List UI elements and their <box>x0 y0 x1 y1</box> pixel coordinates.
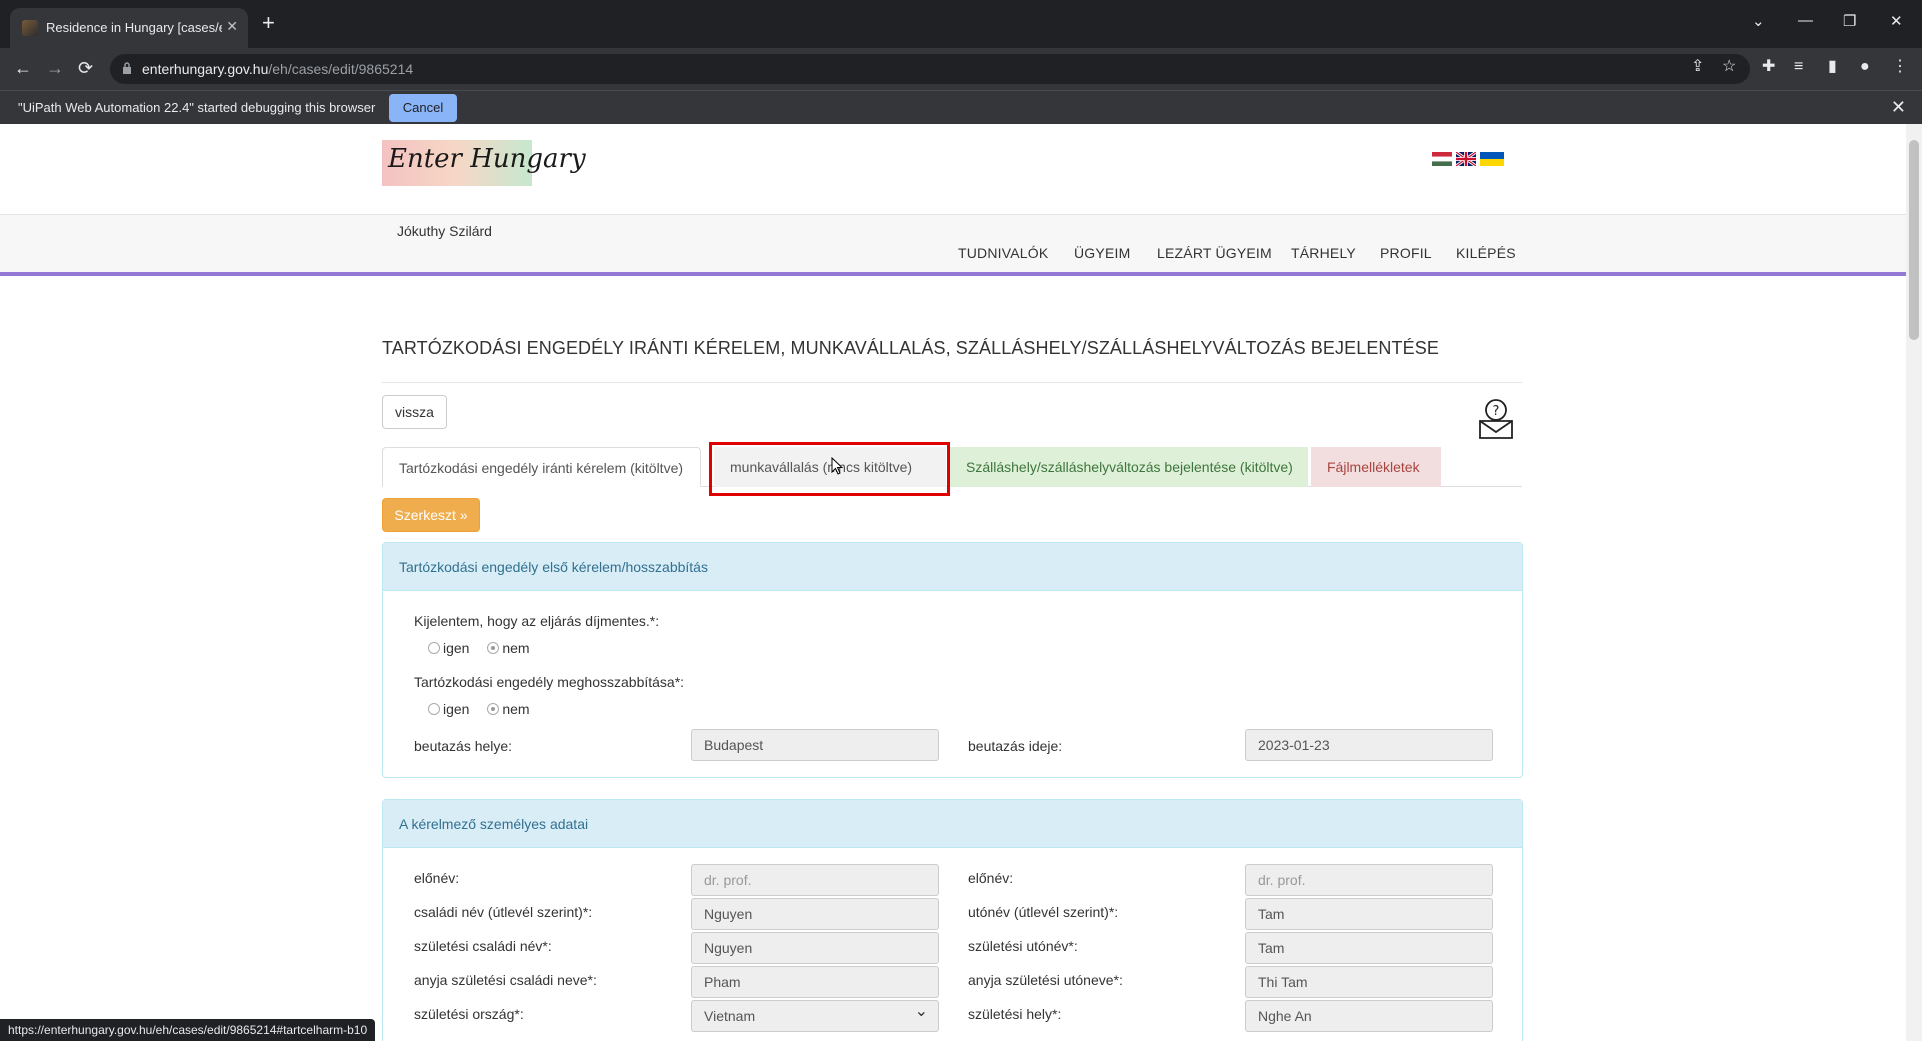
title-divider <box>382 382 1522 383</box>
panel-personal-data: A kérelmező személyes adatai előnév: dr.… <box>382 799 1523 1041</box>
browser-menu-icon[interactable]: ⋮ <box>1892 58 1908 76</box>
prefix-label: előnév: <box>414 870 460 886</box>
address-bar[interactable]: enterhungary.gov.hu/eh/cases/edit/986521… <box>110 54 1750 84</box>
window-close-icon[interactable]: ✕ <box>1890 12 1903 30</box>
menu-lezart-ugyeim[interactable]: LEZÁRT ÜGYEIM <box>1157 245 1272 261</box>
forward-icon[interactable]: → <box>46 58 64 78</box>
mouse-cursor-icon <box>831 457 843 475</box>
family-name-input[interactable]: Nguyen <box>691 898 939 930</box>
extensions-icon[interactable]: ✚ <box>1762 58 1775 76</box>
restore-icon[interactable]: ❐ <box>1843 12 1856 30</box>
entry-place-input[interactable]: Budapest <box>691 729 939 761</box>
back-icon[interactable]: ← <box>14 58 32 78</box>
entry-date-input[interactable]: 2023-01-23 <box>1245 729 1493 761</box>
url-text: enterhungary.gov.hu/eh/cases/edit/986521… <box>142 61 414 77</box>
birth-family-name-input[interactable]: Nguyen <box>691 932 939 964</box>
tab-residence-permit[interactable]: Tartózkodási engedély iránti kérelem (ki… <box>382 447 701 487</box>
infobar-close-icon[interactable]: ✕ <box>1891 97 1906 118</box>
page-viewport: Enter Hungary Jókuthy Szilárd TUDNIVALÓK… <box>0 124 1906 1041</box>
media-icon[interactable]: ≡ <box>1794 58 1803 76</box>
given-name-input[interactable]: Tam <box>1245 898 1493 930</box>
tab-accommodation[interactable]: Szálláshely/szálláshelyváltozás bejelent… <box>950 447 1308 487</box>
main-menu: Jókuthy Szilárd TUDNIVALÓK ÜGYEIM LEZÁRT… <box>0 214 1906 276</box>
scrollbar-thumb[interactable] <box>1909 140 1919 340</box>
menu-kilepes[interactable]: KILÉPÉS <box>1456 245 1516 261</box>
mother-given-name-label: anyja születési utóneve*: <box>968 972 1123 988</box>
logged-in-user: Jókuthy Szilárd <box>397 223 492 239</box>
hungarian-flag-icon[interactable] <box>1432 152 1452 166</box>
share-icon[interactable]: ⇪ <box>1691 58 1704 76</box>
birth-family-name-label: születési családi név*: <box>414 938 552 954</box>
site-favicon-icon <box>22 20 38 36</box>
fee-exempt-radio-group: igen nem <box>428 640 544 656</box>
edit-button[interactable]: Szerkeszt » <box>382 498 480 532</box>
status-bar-url: https://enterhungary.gov.hu/eh/cases/edi… <box>0 1019 376 1041</box>
browser-toolbar: ← → ⟳ enterhungary.gov.hu/eh/cases/edit/… <box>0 48 1922 90</box>
extension-no-radio[interactable] <box>487 703 500 715</box>
family-prefix-input[interactable]: dr. prof. <box>691 864 939 896</box>
panel-heading: A kérelmező személyes adatai <box>383 800 1522 848</box>
birth-country-label: születési ország*: <box>414 1006 524 1022</box>
entry-date-label: beutazás ideje: <box>968 738 1063 754</box>
birth-country-select[interactable]: Vietnam <box>691 997 939 1032</box>
infobar-cancel-button[interactable]: Cancel <box>389 94 457 122</box>
family-name-label: családi név (útlevél szerint)*: <box>414 904 593 920</box>
mother-family-name-input[interactable]: Pham <box>691 966 939 998</box>
ukrainian-flag-icon[interactable] <box>1480 152 1504 166</box>
tab-title: Residence in Hungary [cases/edit <box>46 20 222 35</box>
tab-search-icon[interactable]: ⌄ <box>1752 12 1765 30</box>
page-title: TARTÓZKODÁSI ENGEDÉLY IRÁNTI KÉRELEM, MU… <box>382 338 1439 358</box>
extension-label: Tartózkodási engedély meghosszabbítása*: <box>414 674 685 690</box>
minimize-icon[interactable]: — <box>1798 12 1813 29</box>
fee-exempt-label: Kijelentem, hogy az eljárás díjmentes.*: <box>414 613 660 629</box>
bookmark-star-icon[interactable]: ☆ <box>1722 58 1736 76</box>
birth-given-name-input[interactable]: Tam <box>1245 932 1493 964</box>
tab-employment[interactable]: munkavállalás (nincs kitöltve) <box>714 447 946 487</box>
birth-place-label: születési hely*: <box>968 1006 1062 1022</box>
message-help-icon[interactable]: ? <box>1478 399 1514 439</box>
extension-radio-group: igen nem <box>428 701 544 717</box>
svg-text:?: ? <box>1493 404 1500 419</box>
back-button[interactable]: vissza <box>382 395 447 429</box>
menu-tudnivalok[interactable]: TUDNIVALÓK <box>958 245 1048 261</box>
entry-place-label: beutazás helye: <box>414 738 513 754</box>
english-flag-icon[interactable] <box>1456 152 1476 166</box>
lock-icon <box>123 62 131 74</box>
browser-titlebar: Residence in Hungary [cases/edit ✕ + ⌄ —… <box>0 0 1922 48</box>
debug-infobar: "UiPath Web Automation 22.4" started deb… <box>0 90 1922 124</box>
fee-exempt-yes-radio[interactable] <box>428 642 440 654</box>
given-prefix-input[interactable]: dr. prof. <box>1245 864 1493 896</box>
browser-tab[interactable]: Residence in Hungary [cases/edit ✕ <box>10 8 248 48</box>
birth-place-input[interactable]: Nghe An <box>1245 1000 1493 1032</box>
menu-tarhely[interactable]: TÁRHELY <box>1291 245 1356 261</box>
panel-residence-request: Tartózkodási engedély első kérelem/hossz… <box>382 542 1523 778</box>
infobar-text: "UiPath Web Automation 22.4" started deb… <box>18 100 376 115</box>
menu-ugyeim[interactable]: ÜGYEIM <box>1074 245 1130 261</box>
extension-yes-radio[interactable] <box>428 703 440 715</box>
reload-icon[interactable]: ⟳ <box>78 58 93 78</box>
new-tab-icon[interactable]: + <box>262 12 275 34</box>
profile-icon[interactable]: ● <box>1860 58 1870 76</box>
tab-attachments[interactable]: Fájlmellékletek <box>1311 447 1441 487</box>
panel-heading: Tartózkodási engedély első kérelem/hossz… <box>383 543 1522 591</box>
prefix-label: előnév: <box>968 870 1014 886</box>
page-scrollbar[interactable] <box>1906 124 1922 1041</box>
menu-profil[interactable]: PROFIL <box>1380 245 1432 261</box>
birth-given-name-label: születési utónév*: <box>968 938 1078 954</box>
site-logo[interactable]: Enter Hungary <box>382 140 586 186</box>
given-name-label: utónév (útlevél szerint)*: <box>968 904 1119 920</box>
fee-exempt-no-radio[interactable] <box>487 642 500 654</box>
mother-given-name-input[interactable]: Thi Tam <box>1245 966 1493 998</box>
mother-family-name-label: anyja születési családi neve*: <box>414 972 597 988</box>
tab-close-icon[interactable]: ✕ <box>226 18 238 35</box>
side-panel-icon[interactable]: ▮ <box>1828 58 1837 76</box>
